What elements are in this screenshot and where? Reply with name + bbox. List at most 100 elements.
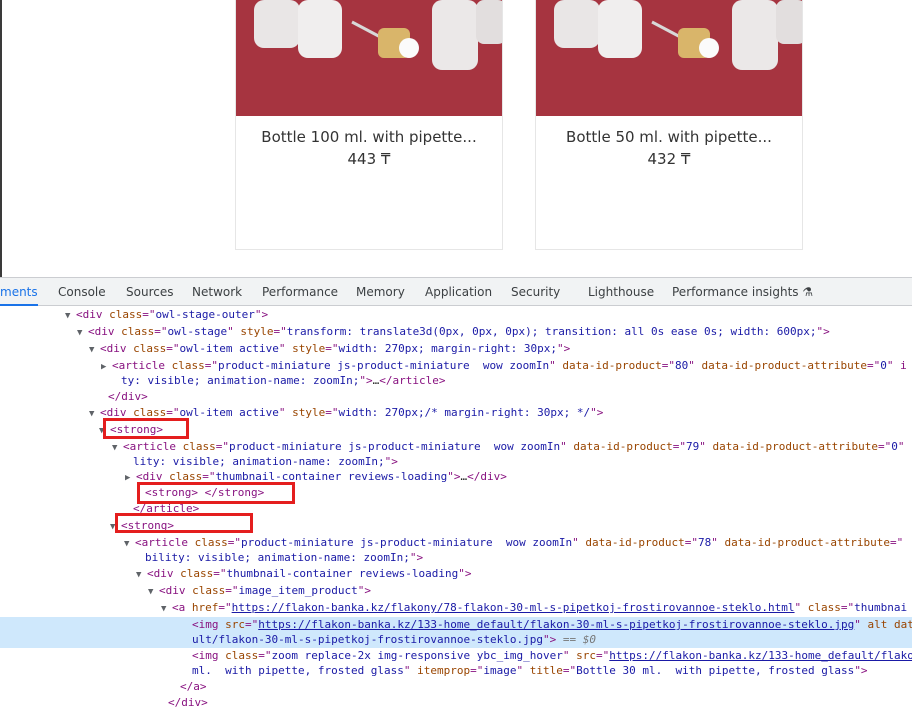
dom-token: =": [154, 325, 168, 338]
expand-triangle-icon[interactable]: ▶: [125, 470, 136, 486]
product-card[interactable]: Bottle 100 ml. with pipette... 443 ₸: [235, 0, 503, 250]
expand-triangle-icon[interactable]: ▼: [148, 584, 159, 600]
dom-token: Bottle 30 ml. with pipette, frosted glas…: [576, 664, 855, 677]
elements-tree: ▼ <div class="owl-stage-outer"> ▼ <div clas…: [0, 307, 912, 708]
dom-node-line[interactable]: ty: visible; animation-name: zoomIn;">…<…: [0, 373, 912, 389]
devtools-tab[interactable]: Lighthouse: [588, 278, 654, 306]
devtools-tab[interactable]: Memory: [356, 278, 405, 306]
dom-node-line[interactable]: </a>: [0, 679, 912, 695]
expand-triangle-icon[interactable]: ▼: [161, 601, 172, 617]
resource-link[interactable]: https://flakon-banka.kz/133-home_default…: [609, 649, 912, 662]
dom-node-line[interactable]: ml. with pipette, frosted glass" itempro…: [0, 663, 912, 679]
dom-node-line[interactable]: ult/flakon-30-ml-s-pipetkoj-frostirovann…: [0, 632, 912, 648]
dom-token: ": [699, 440, 713, 453]
dom-token: itemprop: [417, 664, 471, 677]
dom-token: =": [213, 567, 227, 580]
dom-token: class: [225, 649, 259, 662]
dom-token: product-miniature js-product-miniature w…: [217, 359, 550, 372]
dom-token: 78: [697, 536, 712, 549]
dom-token: ": [688, 359, 702, 372]
dom-token: ">: [447, 470, 461, 483]
product-price: 443 ₸: [347, 150, 391, 168]
expand-triangle-icon[interactable]: ▼: [136, 567, 147, 583]
dom-token: zoom replace-2x img-responsive ybc_img_h…: [271, 649, 563, 662]
dom-token: owl-stage: [167, 325, 228, 338]
dom-token: <div: [159, 584, 193, 597]
resource-link[interactable]: https://flakon-banka.kz/133-home_default…: [258, 618, 854, 631]
dom-token: =": [227, 536, 241, 549]
dom-token: =": [325, 342, 339, 355]
expand-triangle-icon[interactable]: ▼: [65, 308, 76, 324]
devtools-tab[interactable]: Application: [425, 278, 492, 306]
dom-node-line[interactable]: </div>: [0, 695, 912, 708]
dom-node-line[interactable]: lity: visible; animation-name: zoomIn;">: [0, 454, 912, 470]
dom-token: ">: [409, 551, 424, 564]
dom-token: =": [245, 618, 259, 631]
devtools-tab[interactable]: Network: [192, 278, 242, 306]
expand-triangle-icon[interactable]: ▼: [89, 342, 100, 358]
dom-node-line[interactable]: ▼ <div class="owl-stage-outer">: [0, 307, 912, 323]
dom-token: src: [576, 649, 597, 662]
dom-node-line[interactable]: </div>: [0, 389, 912, 405]
dom-node-line[interactable]: ▼ <div class="thumbnail-container reviews…: [0, 566, 912, 582]
devtools-tab[interactable]: Console: [58, 278, 106, 306]
devtools-tab[interactable]: ments: [0, 278, 38, 306]
dom-token: thumbnai: [854, 601, 908, 614]
dom-token: ">: [557, 342, 571, 355]
dom-token: href: [191, 601, 219, 614]
dom-token: owl-stage-outer: [155, 308, 255, 321]
dom-token: ">: [590, 406, 604, 419]
dom-token: 80: [674, 359, 689, 372]
dom-token: lity: visible; animation-name: zoomIn;: [133, 455, 385, 468]
dom-token: owl-item active: [179, 342, 279, 355]
dom-token: ult/flakon-30-ml-s-pipetkoj-frostirovann…: [192, 633, 543, 646]
expand-triangle-icon[interactable]: ▼: [89, 406, 100, 422]
dom-node-line[interactable]: ▼ <article class="product-miniature js-pr…: [0, 439, 912, 455]
dom-token: ">: [384, 455, 398, 468]
dom-node-line[interactable]: <img class="zoom replace-2x img-responsi…: [0, 648, 912, 664]
devtools-tabbar: ments Console Sources Network Performance Mem…: [0, 278, 912, 306]
dom-token: ">: [254, 308, 269, 321]
dom-node-line[interactable]: ▼ <div class="owl-stage" style="transform…: [0, 324, 912, 340]
devtools-tab[interactable]: Performance: [262, 278, 338, 306]
dom-token: ": [549, 359, 563, 372]
dom-token: <div: [100, 342, 134, 355]
product-title[interactable]: Bottle 50 ml. with pipette...: [536, 128, 802, 146]
dom-token: =": [878, 440, 892, 453]
dom-token: </article>: [379, 374, 446, 387]
dom-token: ": [560, 440, 574, 453]
dom-token: class: [194, 536, 228, 549]
dom-node-line[interactable]: ▼ <div class="owl-item active" style="wid…: [0, 341, 912, 357]
expand-triangle-icon[interactable]: ▼: [77, 325, 88, 341]
dom-token: =": [684, 536, 698, 549]
dom-token: ": [403, 664, 418, 677]
dom-token: class: [192, 584, 226, 597]
devtools-tab[interactable]: Security: [511, 278, 560, 306]
dom-token: data-id-product: [585, 536, 685, 549]
resource-link[interactable]: https://flakon-banka.kz/flakony/78-flako…: [232, 601, 795, 614]
devtools-tab[interactable]: Performance insights ⚗: [672, 278, 813, 306]
dom-node-line[interactable]: ▶ <article class="product-miniature js-pr…: [0, 358, 912, 374]
dom-node-line[interactable]: ▼ <article class="product-miniature js-pr…: [0, 535, 912, 551]
devtools-tab[interactable]: Sources: [126, 278, 173, 306]
dom-token: </div>: [108, 390, 148, 403]
dom-node-line[interactable]: bility: visible; animation-name: zoomIn;…: [0, 550, 912, 566]
dom-node-line[interactable]: ▼ <div class="image_item_product">: [0, 583, 912, 599]
dom-token: ": [854, 618, 868, 631]
dom-token: =": [325, 406, 339, 419]
dom-node-line[interactable]: <img src="https://flakon-banka.kz/133-ho…: [0, 617, 912, 633]
dom-token: ": [562, 649, 577, 662]
dom-node-line[interactable]: ▼ <a href="https://flakon-banka.kz/flakon…: [0, 600, 912, 616]
dom-token: ": [278, 342, 293, 355]
product-title[interactable]: Bottle 100 ml. with pipette...: [236, 128, 502, 146]
dom-token: data-id-product-attribute: [712, 440, 879, 453]
product-card[interactable]: Bottle 50 ml. with pipette... 432 ₸: [535, 0, 803, 250]
dom-token: 0: [891, 440, 898, 453]
dom-token: class: [171, 359, 205, 372]
product-image[interactable]: [536, 0, 802, 116]
dom-token: data-id-product-attribute: [701, 359, 868, 372]
dom-token: ">: [816, 325, 830, 338]
highlight-box: [137, 482, 295, 504]
dom-token: ">: [357, 584, 371, 597]
product-image[interactable]: [236, 0, 502, 116]
